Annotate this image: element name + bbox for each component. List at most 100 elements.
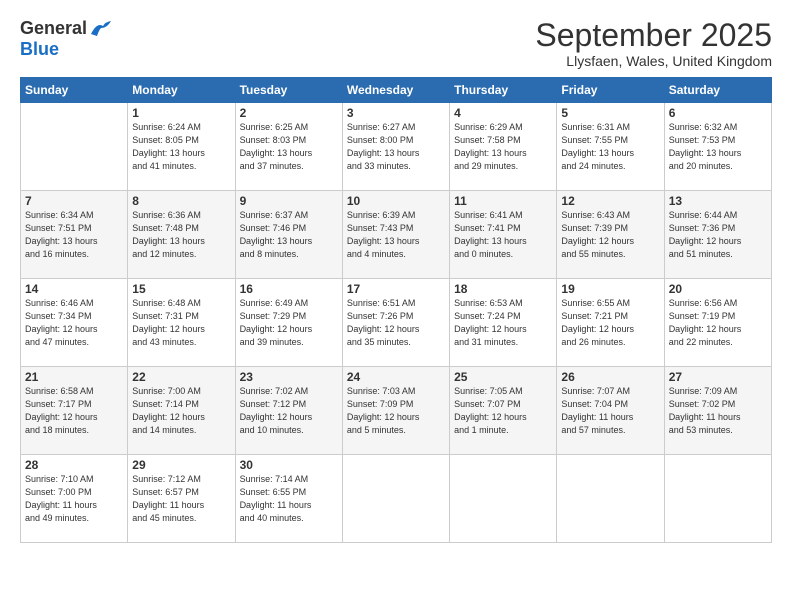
day-info: Sunrise: 6:31 AM Sunset: 7:55 PM Dayligh…	[561, 121, 659, 173]
day-info: Sunrise: 6:24 AM Sunset: 8:05 PM Dayligh…	[132, 121, 230, 173]
day-number: 9	[240, 194, 338, 208]
logo: General Blue	[20, 18, 111, 60]
calendar-cell-w2-d3: 9Sunrise: 6:37 AM Sunset: 7:46 PM Daylig…	[235, 191, 342, 279]
calendar-cell-w4-d3: 23Sunrise: 7:02 AM Sunset: 7:12 PM Dayli…	[235, 367, 342, 455]
calendar-cell-w1-d4: 3Sunrise: 6:27 AM Sunset: 8:00 PM Daylig…	[342, 103, 449, 191]
day-number: 28	[25, 458, 123, 472]
calendar-cell-w3-d6: 19Sunrise: 6:55 AM Sunset: 7:21 PM Dayli…	[557, 279, 664, 367]
month-title: September 2025	[535, 18, 772, 53]
col-friday: Friday	[557, 78, 664, 103]
calendar-cell-w1-d1	[21, 103, 128, 191]
day-number: 4	[454, 106, 552, 120]
day-info: Sunrise: 6:48 AM Sunset: 7:31 PM Dayligh…	[132, 297, 230, 349]
day-info: Sunrise: 6:27 AM Sunset: 8:00 PM Dayligh…	[347, 121, 445, 173]
day-info: Sunrise: 6:44 AM Sunset: 7:36 PM Dayligh…	[669, 209, 767, 261]
day-info: Sunrise: 6:37 AM Sunset: 7:46 PM Dayligh…	[240, 209, 338, 261]
day-info: Sunrise: 6:56 AM Sunset: 7:19 PM Dayligh…	[669, 297, 767, 349]
week-row-3: 14Sunrise: 6:46 AM Sunset: 7:34 PM Dayli…	[21, 279, 772, 367]
logo-bird-icon	[89, 20, 111, 38]
calendar-cell-w5-d4	[342, 455, 449, 543]
day-number: 23	[240, 370, 338, 384]
col-saturday: Saturday	[664, 78, 771, 103]
day-number: 22	[132, 370, 230, 384]
day-number: 18	[454, 282, 552, 296]
calendar-cell-w4-d1: 21Sunrise: 6:58 AM Sunset: 7:17 PM Dayli…	[21, 367, 128, 455]
day-number: 19	[561, 282, 659, 296]
day-number: 24	[347, 370, 445, 384]
title-block: September 2025 Llysfaen, Wales, United K…	[535, 18, 772, 69]
calendar-cell-w1-d2: 1Sunrise: 6:24 AM Sunset: 8:05 PM Daylig…	[128, 103, 235, 191]
calendar-cell-w3-d4: 17Sunrise: 6:51 AM Sunset: 7:26 PM Dayli…	[342, 279, 449, 367]
calendar-cell-w4-d7: 27Sunrise: 7:09 AM Sunset: 7:02 PM Dayli…	[664, 367, 771, 455]
day-info: Sunrise: 6:25 AM Sunset: 8:03 PM Dayligh…	[240, 121, 338, 173]
calendar-cell-w3-d7: 20Sunrise: 6:56 AM Sunset: 7:19 PM Dayli…	[664, 279, 771, 367]
day-info: Sunrise: 6:39 AM Sunset: 7:43 PM Dayligh…	[347, 209, 445, 261]
calendar-cell-w1-d5: 4Sunrise: 6:29 AM Sunset: 7:58 PM Daylig…	[450, 103, 557, 191]
day-info: Sunrise: 7:02 AM Sunset: 7:12 PM Dayligh…	[240, 385, 338, 437]
day-info: Sunrise: 6:46 AM Sunset: 7:34 PM Dayligh…	[25, 297, 123, 349]
week-row-4: 21Sunrise: 6:58 AM Sunset: 7:17 PM Dayli…	[21, 367, 772, 455]
day-number: 15	[132, 282, 230, 296]
col-thursday: Thursday	[450, 78, 557, 103]
day-info: Sunrise: 7:00 AM Sunset: 7:14 PM Dayligh…	[132, 385, 230, 437]
day-info: Sunrise: 7:05 AM Sunset: 7:07 PM Dayligh…	[454, 385, 552, 437]
day-info: Sunrise: 6:58 AM Sunset: 7:17 PM Dayligh…	[25, 385, 123, 437]
calendar-cell-w2-d6: 12Sunrise: 6:43 AM Sunset: 7:39 PM Dayli…	[557, 191, 664, 279]
page-header: General Blue September 2025 Llysfaen, Wa…	[20, 18, 772, 69]
day-info: Sunrise: 6:36 AM Sunset: 7:48 PM Dayligh…	[132, 209, 230, 261]
calendar-cell-w4-d2: 22Sunrise: 7:00 AM Sunset: 7:14 PM Dayli…	[128, 367, 235, 455]
day-number: 2	[240, 106, 338, 120]
calendar-cell-w4-d6: 26Sunrise: 7:07 AM Sunset: 7:04 PM Dayli…	[557, 367, 664, 455]
day-number: 11	[454, 194, 552, 208]
day-info: Sunrise: 6:49 AM Sunset: 7:29 PM Dayligh…	[240, 297, 338, 349]
day-number: 17	[347, 282, 445, 296]
day-number: 13	[669, 194, 767, 208]
calendar-cell-w3-d3: 16Sunrise: 6:49 AM Sunset: 7:29 PM Dayli…	[235, 279, 342, 367]
calendar-cell-w2-d4: 10Sunrise: 6:39 AM Sunset: 7:43 PM Dayli…	[342, 191, 449, 279]
col-tuesday: Tuesday	[235, 78, 342, 103]
calendar-cell-w5-d7	[664, 455, 771, 543]
calendar-cell-w1-d7: 6Sunrise: 6:32 AM Sunset: 7:53 PM Daylig…	[664, 103, 771, 191]
week-row-1: 1Sunrise: 6:24 AM Sunset: 8:05 PM Daylig…	[21, 103, 772, 191]
day-info: Sunrise: 7:10 AM Sunset: 7:00 PM Dayligh…	[25, 473, 123, 525]
calendar-cell-w5-d6	[557, 455, 664, 543]
day-number: 10	[347, 194, 445, 208]
day-number: 7	[25, 194, 123, 208]
day-number: 1	[132, 106, 230, 120]
day-number: 29	[132, 458, 230, 472]
week-row-5: 28Sunrise: 7:10 AM Sunset: 7:00 PM Dayli…	[21, 455, 772, 543]
week-row-2: 7Sunrise: 6:34 AM Sunset: 7:51 PM Daylig…	[21, 191, 772, 279]
day-number: 16	[240, 282, 338, 296]
calendar-cell-w3-d5: 18Sunrise: 6:53 AM Sunset: 7:24 PM Dayli…	[450, 279, 557, 367]
day-number: 5	[561, 106, 659, 120]
calendar-cell-w5-d1: 28Sunrise: 7:10 AM Sunset: 7:00 PM Dayli…	[21, 455, 128, 543]
day-info: Sunrise: 6:51 AM Sunset: 7:26 PM Dayligh…	[347, 297, 445, 349]
day-info: Sunrise: 7:03 AM Sunset: 7:09 PM Dayligh…	[347, 385, 445, 437]
day-number: 25	[454, 370, 552, 384]
calendar-cell-w3-d1: 14Sunrise: 6:46 AM Sunset: 7:34 PM Dayli…	[21, 279, 128, 367]
calendar-table: Sunday Monday Tuesday Wednesday Thursday…	[20, 77, 772, 543]
calendar-cell-w5-d2: 29Sunrise: 7:12 AM Sunset: 6:57 PM Dayli…	[128, 455, 235, 543]
calendar-cell-w5-d5	[450, 455, 557, 543]
calendar-cell-w4-d5: 25Sunrise: 7:05 AM Sunset: 7:07 PM Dayli…	[450, 367, 557, 455]
day-number: 12	[561, 194, 659, 208]
day-number: 30	[240, 458, 338, 472]
day-info: Sunrise: 7:14 AM Sunset: 6:55 PM Dayligh…	[240, 473, 338, 525]
day-info: Sunrise: 6:32 AM Sunset: 7:53 PM Dayligh…	[669, 121, 767, 173]
day-info: Sunrise: 6:43 AM Sunset: 7:39 PM Dayligh…	[561, 209, 659, 261]
location: Llysfaen, Wales, United Kingdom	[535, 53, 772, 69]
day-info: Sunrise: 7:09 AM Sunset: 7:02 PM Dayligh…	[669, 385, 767, 437]
day-number: 14	[25, 282, 123, 296]
calendar-header-row: Sunday Monday Tuesday Wednesday Thursday…	[21, 78, 772, 103]
day-info: Sunrise: 6:41 AM Sunset: 7:41 PM Dayligh…	[454, 209, 552, 261]
calendar-cell-w1-d6: 5Sunrise: 6:31 AM Sunset: 7:55 PM Daylig…	[557, 103, 664, 191]
logo-general: General	[20, 18, 87, 39]
day-info: Sunrise: 6:29 AM Sunset: 7:58 PM Dayligh…	[454, 121, 552, 173]
day-info: Sunrise: 7:12 AM Sunset: 6:57 PM Dayligh…	[132, 473, 230, 525]
calendar-cell-w3-d2: 15Sunrise: 6:48 AM Sunset: 7:31 PM Dayli…	[128, 279, 235, 367]
day-number: 3	[347, 106, 445, 120]
day-number: 6	[669, 106, 767, 120]
logo-blue: Blue	[20, 39, 59, 60]
col-wednesday: Wednesday	[342, 78, 449, 103]
col-sunday: Sunday	[21, 78, 128, 103]
